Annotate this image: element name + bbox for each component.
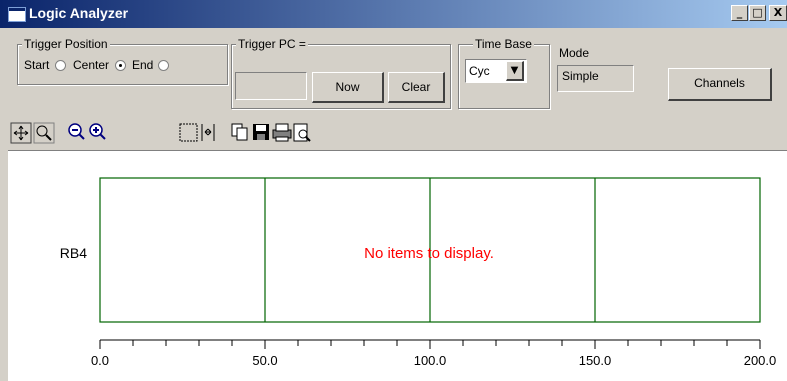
empty-message: No items to display. [364, 245, 494, 262]
signal-label-rb4: RB4 [60, 245, 87, 261]
x-tick-label: 100.0 [414, 353, 447, 368]
x-tick-label: 150.0 [579, 353, 612, 368]
logic-analyzer-window: Logic Analyzer _ □ X Trigger Position St… [0, 0, 787, 381]
timing-chart: 200.0 150.0 100.0 50.0 0.0 RB4 No items to d… [60, 177, 777, 368]
x-tick-label: 0.0 [91, 353, 109, 368]
x-tick-label: 50.0 [252, 353, 277, 368]
x-tick-label: 200.0 [744, 353, 777, 368]
